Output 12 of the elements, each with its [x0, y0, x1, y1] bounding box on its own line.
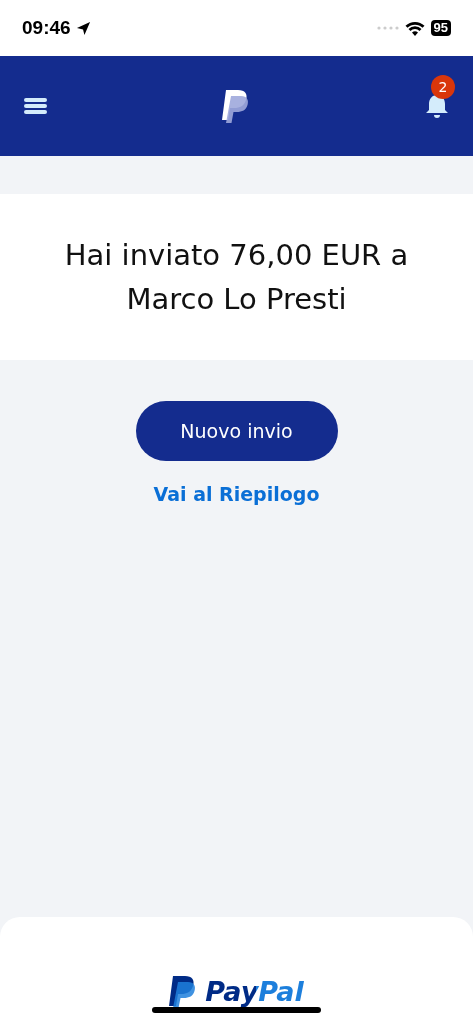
signal-icon [376, 26, 399, 30]
new-transfer-button[interactable]: Nuovo invio [135, 401, 338, 461]
bell-icon[interactable] [425, 93, 449, 119]
summary-link[interactable]: Vai al Riepilogo [153, 483, 320, 505]
notification-badge: 2 [431, 75, 455, 99]
location-arrow-icon [75, 20, 91, 36]
confirmation-message: Hai inviato 76,00 EUR a Marco Lo Presti [63, 237, 410, 318]
status-time: 09:46 [22, 17, 71, 39]
battery-level: 95 [430, 20, 451, 36]
logo-icon [221, 88, 251, 124]
wifi-icon [404, 20, 425, 36]
menu-icon[interactable] [24, 97, 47, 115]
